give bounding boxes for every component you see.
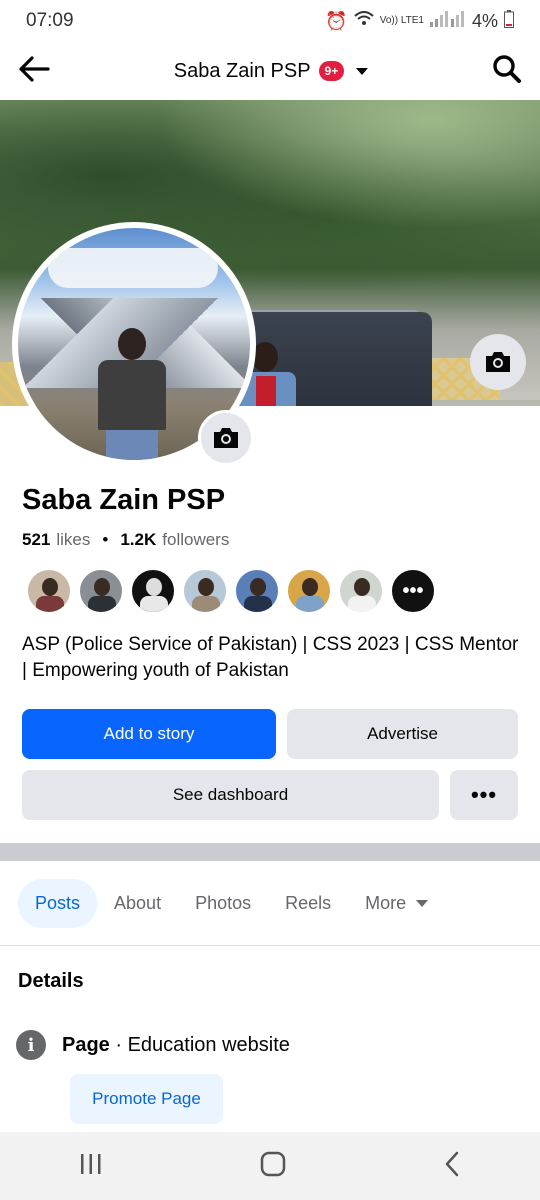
page-separator: ·: [109, 1033, 128, 1056]
follower-avatar[interactable]: [286, 568, 332, 614]
stats-separator: •: [102, 530, 109, 549]
search-icon[interactable]: [492, 54, 522, 89]
notification-badge: 9+: [318, 61, 345, 81]
chevron-down-icon: [356, 67, 369, 75]
followers-label: followers: [162, 530, 230, 549]
tab-label: About: [114, 893, 162, 913]
follower-avatar[interactable]: [182, 568, 228, 614]
follower-avatar[interactable]: [234, 568, 280, 614]
network-type: Vo)) LTE1: [379, 15, 424, 26]
back-icon[interactable]: [443, 1151, 461, 1182]
tab-label: Posts: [35, 893, 81, 913]
recent-apps-icon[interactable]: [79, 1153, 103, 1180]
back-arrow-icon[interactable]: [18, 55, 50, 88]
profile-name: Saba Zain PSP: [22, 484, 226, 516]
status-bar: 07:09 ⏰ Vo)) LTE1 4%: [0, 0, 540, 42]
tab-label: Photos: [195, 893, 252, 913]
tab-photos[interactable]: Photos: [178, 879, 268, 928]
signal-icon: [429, 10, 466, 32]
status-icons: ⏰ Vo)) LTE1 4%: [325, 9, 514, 33]
see-dashboard-button[interactable]: See dashboard: [22, 770, 439, 820]
chevron-down-icon: [416, 900, 429, 907]
page-title: Saba Zain PSP: [173, 59, 311, 82]
add-to-story-button[interactable]: Add to story: [22, 709, 276, 759]
home-icon[interactable]: [260, 1151, 286, 1182]
tab-reels[interactable]: Reels: [268, 879, 348, 928]
wifi-icon: [354, 10, 374, 32]
page-category: Education website: [127, 1033, 290, 1056]
more-options-button[interactable]: •••: [450, 770, 518, 820]
info-icon: i: [16, 1030, 46, 1060]
battery-icon: [504, 9, 514, 33]
profile-tabs: Posts About Photos Reels More: [0, 862, 540, 946]
tab-more[interactable]: More: [348, 879, 445, 928]
alarm-icon: ⏰: [325, 10, 348, 31]
followers-count: 1.2K: [120, 530, 157, 549]
battery-level: 4%: [471, 10, 498, 31]
profile-stats: 521 likes • 1.2K followers: [22, 530, 229, 550]
page-label: Page: [62, 1033, 110, 1056]
more-followers-icon[interactable]: •••: [390, 568, 436, 614]
tab-posts[interactable]: Posts: [18, 879, 98, 928]
details-heading: Details: [18, 970, 84, 992]
likes-count: 521: [22, 530, 51, 549]
tab-about[interactable]: About: [97, 879, 178, 928]
status-time: 07:09: [26, 10, 74, 31]
tab-label: More: [365, 893, 407, 913]
top-nav: Saba Zain PSP 9+: [0, 42, 540, 100]
profile-bio: ASP (Police Service of Pakistan) | CSS 2…: [22, 634, 519, 681]
system-nav-bar: [0, 1132, 540, 1200]
follower-avatar[interactable]: [338, 568, 384, 614]
follower-avatars[interactable]: •••: [26, 568, 436, 614]
likes-label: likes: [56, 530, 91, 549]
follower-avatar[interactable]: [130, 568, 176, 614]
follower-avatar[interactable]: [26, 568, 72, 614]
advertise-button[interactable]: Advertise: [287, 709, 518, 759]
edit-cover-camera-icon[interactable]: [470, 334, 526, 390]
page-category-row: i Page · Education website: [16, 1030, 290, 1060]
page-switcher[interactable]: Saba Zain PSP 9+: [173, 59, 369, 83]
follower-avatar[interactable]: [78, 568, 124, 614]
tab-label: Reels: [285, 893, 332, 913]
section-divider: [0, 843, 540, 861]
promote-page-button[interactable]: Promote Page: [70, 1074, 223, 1124]
edit-profile-camera-icon[interactable]: [198, 410, 254, 466]
